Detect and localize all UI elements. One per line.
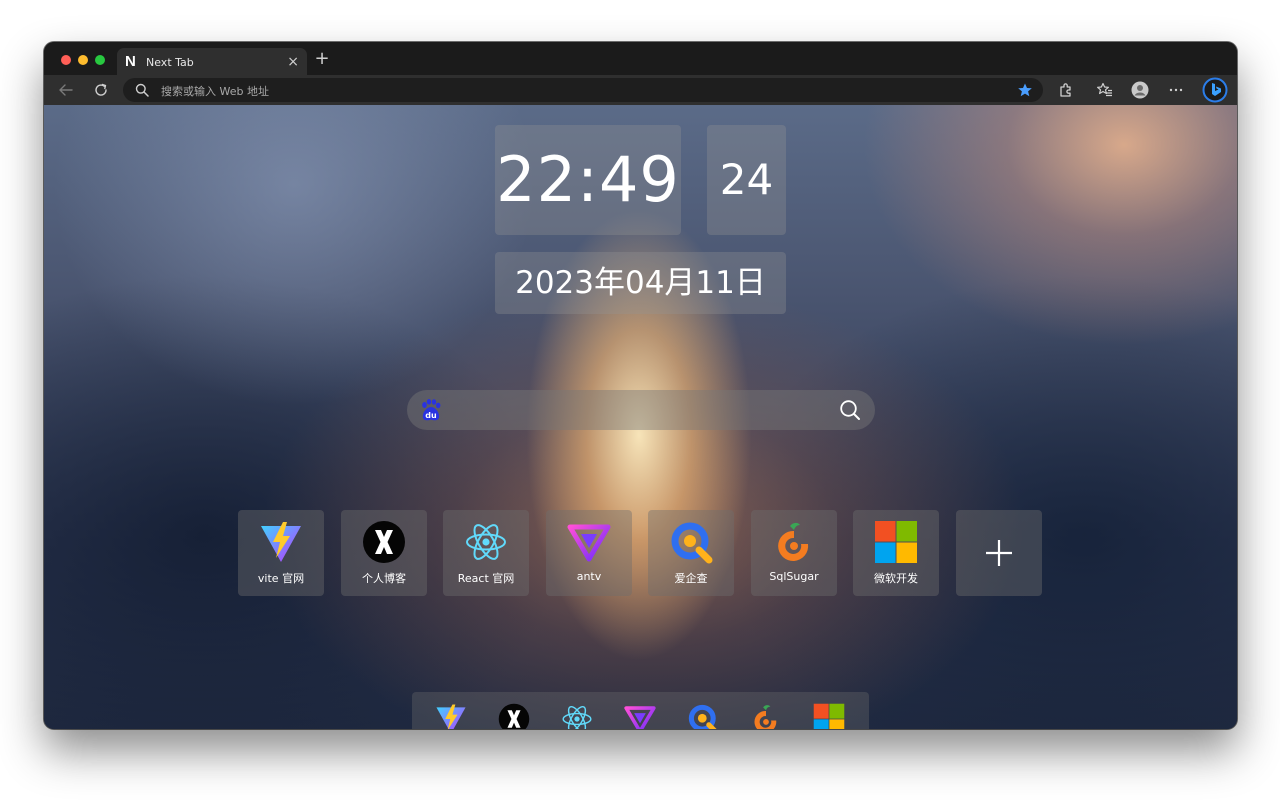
antv-icon [567, 520, 611, 564]
search-input[interactable] [453, 398, 827, 424]
bing-icon[interactable] [1202, 77, 1228, 103]
dock [412, 692, 869, 729]
shortcut-react[interactable]: React 官网 [443, 510, 529, 596]
x-logo-icon[interactable] [498, 703, 530, 729]
react-icon [464, 520, 508, 564]
microsoft-icon[interactable] [813, 703, 845, 729]
profile-icon[interactable] [1131, 81, 1149, 99]
extensions-icon[interactable] [1057, 81, 1075, 99]
search-bar[interactable]: du [407, 390, 875, 430]
reload-button[interactable] [91, 80, 111, 100]
shortcut-aiqicha[interactable]: 爱企查 [648, 510, 734, 596]
address-input[interactable] [159, 80, 943, 102]
shortcut-blog[interactable]: 个人博客 [341, 510, 427, 596]
clock-date: 2023年04月11日 [495, 252, 786, 314]
add-shortcut-button[interactable] [956, 510, 1042, 596]
back-arrow-icon [59, 84, 73, 96]
antv-icon[interactable] [624, 703, 656, 729]
clock-seconds: 24 [707, 125, 786, 235]
address-bar[interactable] [123, 78, 1043, 102]
star-icon[interactable] [1017, 82, 1033, 98]
sqlsugar-icon [772, 520, 816, 564]
sqlsugar-icon[interactable] [750, 703, 782, 729]
tab-title: Next Tab [146, 56, 194, 69]
baidu-label: du [425, 411, 437, 420]
shortcut-label: React 官网 [457, 572, 515, 585]
tab-close-button[interactable]: × [287, 54, 299, 70]
shortcut-label: SqlSugar [769, 570, 819, 583]
search-icon[interactable] [839, 399, 861, 421]
shortcut-antv[interactable]: antv [546, 510, 632, 596]
close-window-button[interactable] [61, 55, 71, 65]
aiqicha-icon[interactable] [687, 703, 719, 729]
back-button[interactable] [56, 80, 76, 100]
vite-icon [259, 520, 303, 564]
favorites-icon[interactable] [1095, 81, 1113, 99]
search-icon [135, 83, 149, 97]
new-tab-button[interactable]: + [312, 49, 332, 69]
browser-window: N Next Tab × + 搜索或输入 Web 地址 22:49 24 202… [44, 42, 1237, 729]
tab-next-tab[interactable]: N Next Tab × [117, 48, 307, 76]
reload-icon [95, 83, 107, 96]
next-tab-favicon-icon: N [125, 53, 136, 70]
tab-strip: N Next Tab × + [44, 42, 1237, 76]
shortcut-sqlsugar[interactable]: SqlSugar [751, 510, 837, 596]
zoom-window-button[interactable] [95, 55, 105, 65]
x-logo-icon [362, 520, 406, 564]
minimize-window-button[interactable] [78, 55, 88, 65]
clock-time: 22:49 [495, 125, 681, 235]
plus-icon [986, 540, 1012, 566]
toolbar [44, 75, 1237, 105]
aiqicha-icon [669, 520, 713, 564]
react-icon[interactable] [561, 703, 593, 729]
vite-icon[interactable] [435, 703, 467, 729]
shortcut-label: vite 官网 [257, 572, 305, 585]
shortcut-label: antv [576, 570, 602, 583]
microsoft-icon [874, 520, 918, 564]
baidu-icon[interactable]: du [419, 398, 443, 422]
shortcut-label: 微软开发 [874, 572, 918, 585]
shortcut-label: 爱企查 [674, 572, 708, 585]
new-tab-page: 22:49 24 2023年04月11日 du vite 官网 个人博客 Rea… [44, 105, 1237, 729]
shortcut-label: 个人博客 [362, 572, 406, 585]
more-icon[interactable] [1167, 81, 1185, 99]
shortcut-vite[interactable]: vite 官网 [238, 510, 324, 596]
shortcut-microsoft[interactable]: 微软开发 [853, 510, 939, 596]
